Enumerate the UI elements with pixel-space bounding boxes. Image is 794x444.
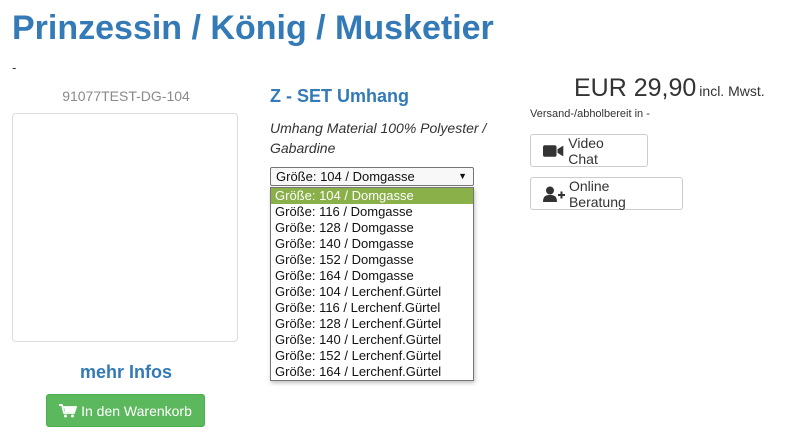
size-option[interactable]: Größe: 152 / Domgasse bbox=[271, 252, 473, 268]
shipping-note: Versand-/abholbereit in - bbox=[530, 108, 650, 120]
online-consult-label: Online Beratung bbox=[568, 177, 626, 210]
size-option[interactable]: Größe: 140 / Lerchenf.Gürtel bbox=[271, 332, 473, 348]
more-info-link[interactable]: mehr Infos bbox=[12, 362, 240, 383]
add-to-cart-button[interactable]: In den Warenkorb bbox=[46, 394, 205, 427]
size-option[interactable]: Größe: 152 / Lerchenf.Gürtel bbox=[271, 348, 473, 364]
size-option[interactable]: Größe: 164 / Domgasse bbox=[271, 268, 473, 284]
product-sku: 91077TEST-DG-104 bbox=[62, 88, 190, 104]
page-title: Prinzessin / König / Musketier bbox=[12, 9, 494, 47]
vat-note: incl. Mwst. bbox=[699, 83, 765, 99]
add-to-cart-label: In den Warenkorb bbox=[81, 402, 192, 419]
size-option[interactable]: Größe: 164 / Lerchenf.Gürtel bbox=[271, 364, 473, 380]
size-option[interactable]: Größe: 116 / Domgasse bbox=[271, 204, 473, 220]
price-block: EUR 29,90 incl. Mwst. bbox=[574, 74, 765, 103]
size-select-value: Größe: 104 / Domgasse bbox=[276, 169, 415, 184]
video-chat-button[interactable]: Video Chat bbox=[530, 134, 648, 167]
product-name: Z - SET Umhang bbox=[270, 86, 409, 106]
video-chat-label: Video Chat bbox=[568, 134, 604, 167]
size-option[interactable]: Größe: 104 / Domgasse bbox=[271, 188, 473, 204]
user-plus-icon bbox=[543, 186, 565, 202]
size-select[interactable]: Größe: 104 / Domgasse ▼ bbox=[270, 167, 474, 186]
video-camera-icon bbox=[543, 144, 564, 157]
price-value: EUR 29,90 bbox=[574, 74, 697, 102]
size-option[interactable]: Größe: 140 / Domgasse bbox=[271, 236, 473, 252]
size-option[interactable]: Größe: 116 / Lerchenf.Gürtel bbox=[271, 300, 473, 316]
size-option[interactable]: Größe: 128 / Domgasse bbox=[271, 220, 473, 236]
online-consult-button[interactable]: Online Beratung bbox=[530, 177, 683, 210]
product-image[interactable] bbox=[12, 113, 238, 342]
size-option[interactable]: Größe: 104 / Lerchenf.Gürtel bbox=[271, 284, 473, 300]
page-subtitle: - bbox=[12, 60, 17, 75]
shopping-cart-icon bbox=[59, 403, 78, 417]
dropdown-arrow-icon: ▼ bbox=[458, 171, 467, 181]
size-option[interactable]: Größe: 128 / Lerchenf.Gürtel bbox=[271, 316, 473, 332]
product-description: Umhang Material 100% Polyester / Gabardi… bbox=[270, 120, 487, 156]
size-options-list: Größe: 104 / Domgasse Größe: 116 / Domga… bbox=[270, 187, 474, 381]
